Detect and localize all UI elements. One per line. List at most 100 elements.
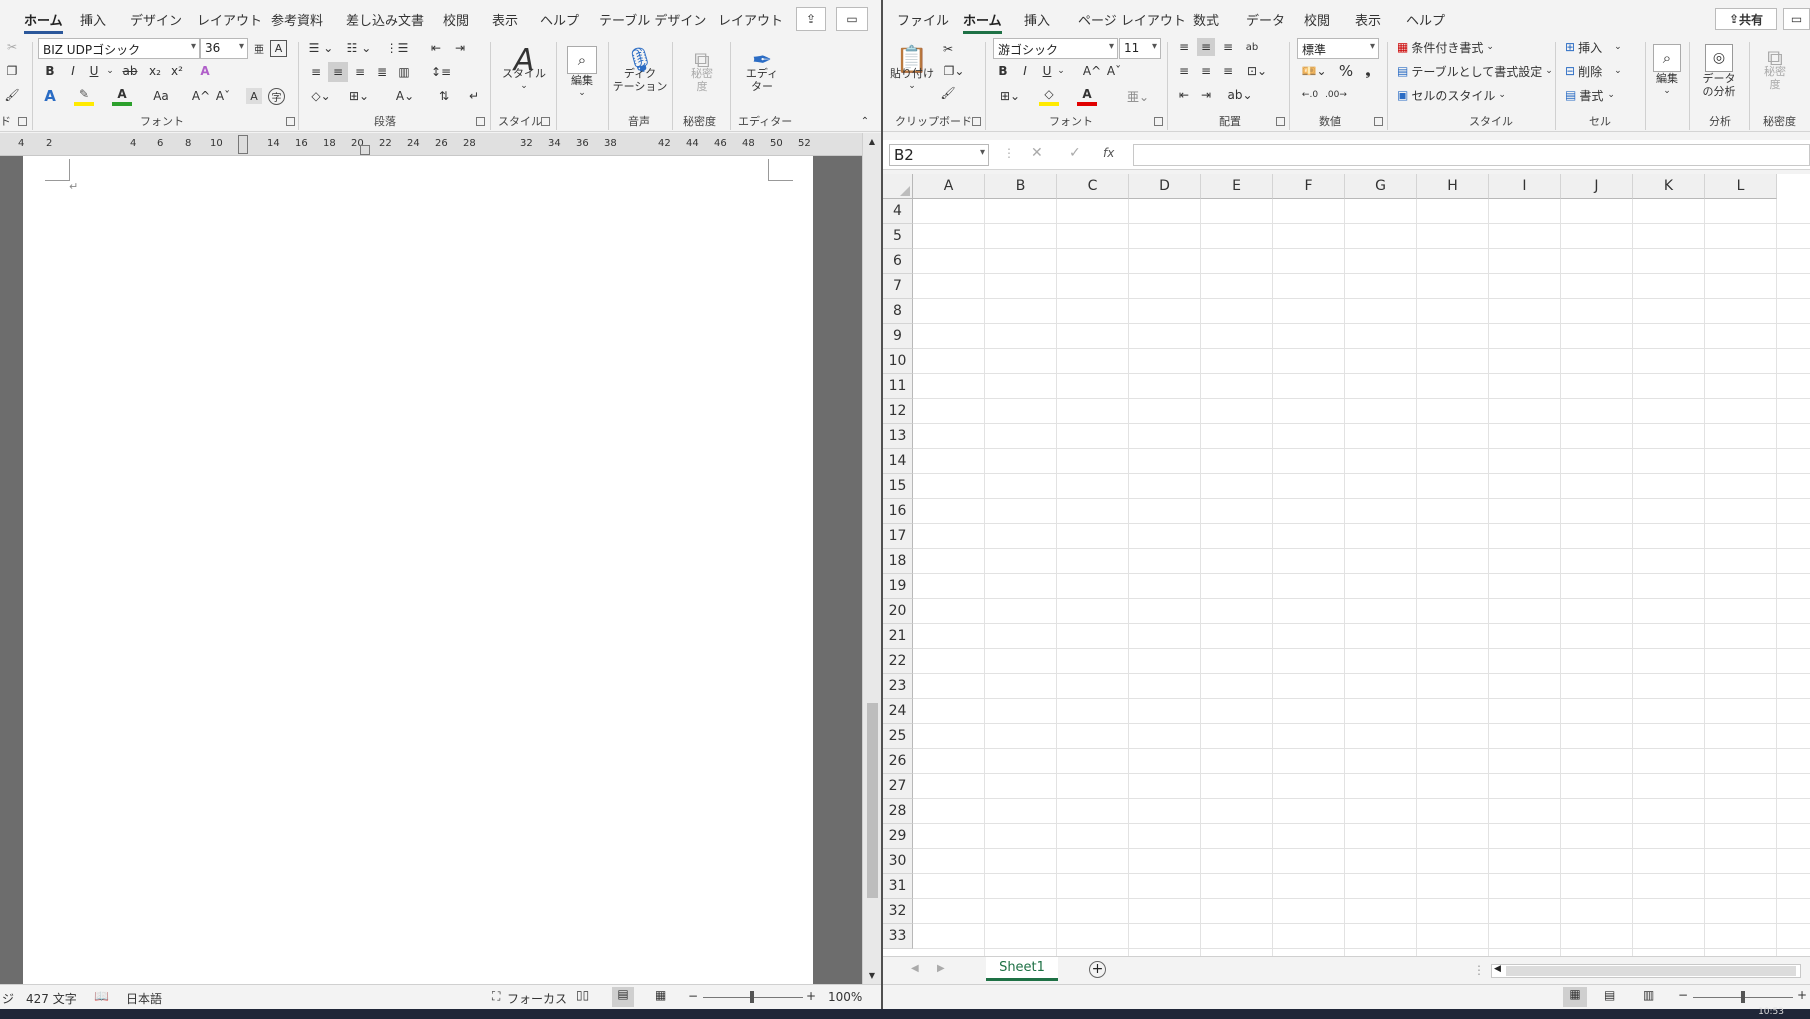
enclosed-char-icon[interactable]: 字	[268, 88, 285, 105]
orientation-icon[interactable]: ab⌄	[1225, 86, 1255, 104]
word-count[interactable]: 427 文字	[26, 990, 77, 1007]
print-layout-icon[interactable]: ▤	[612, 987, 634, 1007]
document-page[interactable]: ↵	[23, 156, 813, 984]
font-size-select[interactable]: 36	[200, 38, 248, 59]
furigana-icon[interactable]: 亜	[252, 38, 266, 59]
column-header-f[interactable]: F	[1273, 174, 1345, 199]
zoom-out-button[interactable]: −	[688, 989, 698, 1003]
select-all-corner[interactable]	[883, 174, 913, 199]
phonetic-icon[interactable]: 亜⌄	[1123, 86, 1153, 106]
word-tab-table-design[interactable]: テーブル デザイン	[599, 10, 706, 29]
spreadsheet-grid[interactable]: A B C D E F G H I J K L 4 5 6 7 8 9 10 11 12 13 14 15 16 17 18 19 20…	[883, 174, 1810, 956]
dialog-launcher-icon[interactable]	[1374, 117, 1383, 126]
comments-icon[interactable]: ▭	[836, 7, 868, 31]
column-header-e[interactable]: E	[1201, 174, 1273, 199]
delete-cells-button[interactable]: ⊟ 削除 ⌄	[1565, 62, 1622, 80]
editor-button[interactable]: ✒ エディ ター	[738, 38, 786, 108]
font-name-select[interactable]: BIZ UDPゴシック	[38, 38, 200, 59]
clear-format-icon[interactable]: A	[196, 62, 214, 80]
excel-tab-help[interactable]: ヘルプ	[1406, 10, 1445, 29]
row-header-5[interactable]: 5	[883, 224, 913, 249]
language-indicator[interactable]: 日本語	[126, 990, 162, 1007]
word-tab-mailings[interactable]: 差し込み文書	[346, 10, 424, 29]
shading-icon[interactable]: ◇⌄	[306, 86, 336, 106]
font-color-icon[interactable]: A	[1077, 86, 1097, 106]
align-right-icon[interactable]: ≡	[1219, 62, 1237, 80]
dictate-button[interactable]: 🎙 ディク テーション	[612, 38, 668, 108]
zoom-in-button[interactable]: +	[806, 989, 816, 1003]
analyze-data-button[interactable]: ◎ データ の分析	[1695, 38, 1743, 104]
scroll-up-icon[interactable]: ▲	[866, 135, 878, 147]
word-tab-review[interactable]: 校閲	[443, 10, 469, 29]
scrollbar-thumb[interactable]	[867, 703, 878, 898]
row-header-28[interactable]: 28	[883, 799, 913, 824]
font-color-icon[interactable]: A	[112, 86, 132, 106]
sensitivity-button[interactable]: ⧉ 秘密 度	[1755, 38, 1795, 104]
tab-marker-icon[interactable]	[360, 145, 370, 155]
tab-splitter-icon[interactable]: ⋮	[1473, 963, 1485, 977]
scroll-down-icon[interactable]: ▼	[866, 969, 878, 981]
superscript-button[interactable]: x²	[168, 62, 186, 80]
dialog-launcher-icon[interactable]	[972, 117, 981, 126]
underline-button[interactable]: U	[1039, 62, 1055, 80]
merge-center-icon[interactable]: ⊡⌄	[1243, 62, 1271, 80]
row-header-8[interactable]: 8	[883, 299, 913, 324]
horizontal-ruler[interactable]: 4 2 4 6 8 10 14 16 18 20 22 24 26 28 32 …	[0, 133, 862, 156]
numbering-icon[interactable]: ☷ ⌄	[344, 38, 374, 58]
char-shading-icon[interactable]: A	[246, 88, 262, 104]
bold-button[interactable]: B	[995, 62, 1011, 80]
column-header-g[interactable]: G	[1345, 174, 1417, 199]
column-header-b[interactable]: B	[985, 174, 1057, 199]
insert-cells-button[interactable]: ⊞ 挿入 ⌄	[1565, 38, 1622, 56]
decrease-indent-icon[interactable]: ⇤	[426, 38, 446, 58]
distribute-icon[interactable]: ▥	[394, 62, 414, 82]
page-indicator[interactable]: ジ	[2, 990, 14, 1007]
number-format-select[interactable]: 標準	[1297, 38, 1379, 59]
chevron-down-icon[interactable]: ⌄	[1057, 62, 1065, 80]
wrap-text-icon[interactable]: ab	[1243, 38, 1261, 56]
change-case-button[interactable]: Aa	[148, 86, 174, 106]
italic-button[interactable]: I	[1017, 62, 1033, 80]
row-header-9[interactable]: 9	[883, 324, 913, 349]
increase-decimal-icon[interactable]: ←.0	[1299, 86, 1321, 104]
web-layout-icon[interactable]: ▦	[655, 988, 666, 1002]
dialog-launcher-icon[interactable]	[1276, 117, 1285, 126]
dialog-launcher-icon[interactable]	[286, 117, 295, 126]
word-tab-layout[interactable]: レイアウト	[197, 10, 262, 29]
shrink-font-button[interactable]: Aˇ	[1105, 62, 1123, 80]
row-header-27[interactable]: 27	[883, 774, 913, 799]
text-effects-icon[interactable]: A	[40, 86, 60, 106]
row-header-24[interactable]: 24	[883, 699, 913, 724]
align-center-icon[interactable]: ≡	[1197, 62, 1215, 80]
borders-icon[interactable]: ⊞⌄	[995, 86, 1025, 106]
collapse-ribbon-icon[interactable]: ⌃	[858, 114, 872, 128]
cell-styles-button[interactable]: ▣ セルのスタイル ⌄	[1397, 86, 1506, 104]
row-header-32[interactable]: 32	[883, 899, 913, 924]
format-as-table-button[interactable]: ▤ テーブルとして書式設定 ⌄	[1397, 62, 1553, 80]
cut-icon[interactable]: ✂	[4, 38, 20, 56]
row-header-31[interactable]: 31	[883, 874, 913, 899]
editing-button[interactable]: ⌕ 編集 ⌄	[562, 38, 602, 108]
more-options-icon[interactable]: ⋮	[1003, 146, 1015, 160]
row-header-30[interactable]: 30	[883, 849, 913, 874]
dialog-launcher-icon[interactable]	[18, 117, 27, 126]
copy-icon[interactable]: ❐	[4, 62, 20, 80]
normal-view-icon[interactable]: ▦	[1563, 987, 1587, 1007]
column-header-h[interactable]: H	[1417, 174, 1489, 199]
word-tab-table-layout[interactable]: レイアウト	[718, 10, 783, 29]
align-top-icon[interactable]: ≡	[1175, 38, 1193, 56]
shrink-font-button[interactable]: Aˇ	[214, 86, 232, 106]
column-header-l[interactable]: L	[1705, 174, 1777, 199]
word-tab-insert[interactable]: 挿入	[80, 10, 106, 29]
row-header-16[interactable]: 16	[883, 499, 913, 524]
justify-icon[interactable]: ≣	[372, 62, 392, 82]
increase-indent-icon[interactable]: ⇥	[1197, 86, 1215, 104]
excel-tab-review[interactable]: 校閲	[1304, 10, 1330, 29]
format-painter-icon[interactable]: 🖌	[4, 86, 20, 104]
strikethrough-button[interactable]: ab	[120, 62, 140, 80]
excel-tab-formulas[interactable]: 数式	[1193, 10, 1219, 29]
indent-marker-icon[interactable]	[238, 135, 248, 154]
char-border-icon[interactable]: A	[270, 40, 287, 57]
sheet-tab-sheet1[interactable]: Sheet1	[986, 957, 1058, 981]
row-header-12[interactable]: 12	[883, 399, 913, 424]
